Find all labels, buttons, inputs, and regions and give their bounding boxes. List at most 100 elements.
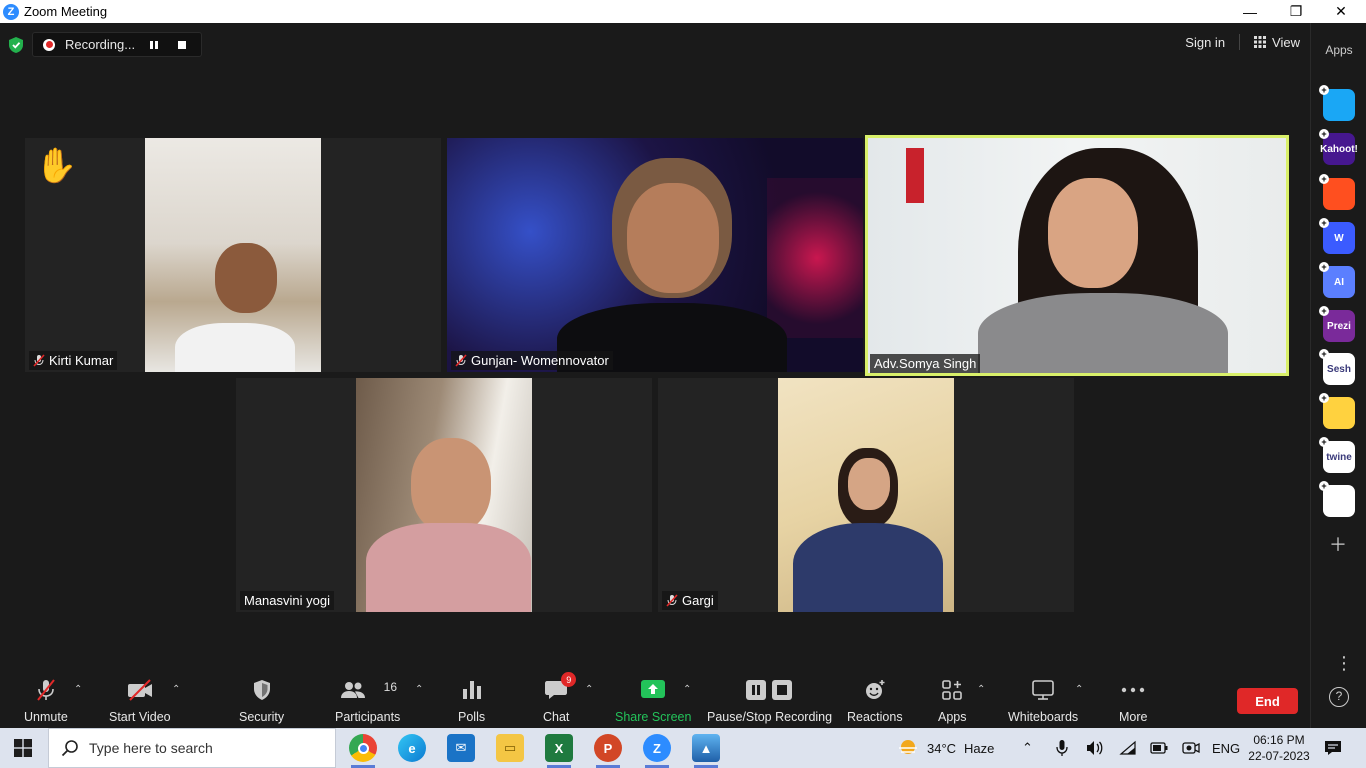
meeting-toolbar: Unmute ⌃ Start Video ⌃ Security 16 Parti… — [0, 668, 1310, 728]
add-app-plus-icon[interactable]: + — [1319, 306, 1329, 316]
unmute-button[interactable]: Unmute — [24, 678, 68, 724]
audio-options-chevron-icon[interactable]: ⌃ — [74, 684, 82, 695]
photos-icon[interactable]: ▲ — [692, 734, 720, 762]
notifications-icon[interactable] — [1324, 728, 1342, 768]
chrome-icon[interactable] — [349, 734, 377, 762]
taskbar-clock[interactable]: 06:16 PM 22-07-2023 — [1244, 732, 1314, 764]
zoom-taskbar-icon[interactable]: Z — [643, 734, 671, 762]
add-app-plus-icon[interactable]: ＋ — [1329, 531, 1347, 557]
video-tile-kirti-kumar[interactable]: ✋ Kirti Kumar — [25, 138, 441, 372]
add-app-plus-icon[interactable]: + — [1319, 393, 1329, 403]
camera-privacy-tray-icon[interactable] — [1182, 728, 1200, 768]
participant-name-tag: Gargi — [662, 591, 718, 610]
app-tile[interactable]: Sesh — [1323, 353, 1355, 385]
reactions-button[interactable]: Reactions — [847, 678, 903, 724]
share-screen-arrow-icon — [641, 678, 666, 702]
video-tile-gunjan[interactable]: Gunjan- Womennovator — [447, 138, 863, 372]
view-button[interactable]: View — [1254, 35, 1300, 50]
whiteboards-button[interactable]: Whiteboards — [1008, 678, 1078, 724]
add-app-plus-icon[interactable]: + — [1319, 437, 1329, 447]
weather-widget[interactable]: 34°C Haze — [897, 728, 994, 768]
raised-hand-icon: ✋ — [35, 147, 78, 185]
polls-button[interactable]: Polls — [458, 678, 485, 724]
participant-saree — [366, 523, 531, 612]
video-options-chevron-icon[interactable]: ⌃ — [172, 684, 180, 695]
mail-icon[interactable]: ✉ — [447, 734, 475, 762]
more-button[interactable]: More — [1119, 678, 1147, 724]
sign-in-link[interactable]: Sign in — [1185, 35, 1225, 50]
close-button[interactable]: ✕ — [1318, 0, 1364, 23]
input-language-indicator[interactable]: ENG — [1212, 728, 1240, 768]
app-tile[interactable]: AI — [1323, 266, 1355, 298]
pause-stop-recording-button[interactable]: Pause/Stop Recording — [707, 678, 832, 724]
app-tile[interactable] — [1323, 89, 1355, 121]
windows-start-icon[interactable] — [14, 739, 32, 757]
powerpoint-icon[interactable]: P — [594, 734, 622, 762]
end-meeting-button[interactable]: End — [1237, 688, 1298, 714]
video-tile-manasvini-yogi[interactable]: Manasvini yogi — [236, 378, 652, 612]
add-app-plus-icon[interactable]: + — [1319, 129, 1329, 139]
clock-date: 22-07-2023 — [1248, 749, 1310, 763]
chat-options-chevron-icon[interactable]: ⌃ — [585, 684, 593, 695]
mic-muted-icon — [666, 594, 678, 607]
pause-recording-icon[interactable] — [145, 36, 163, 54]
reactions-smiley-icon — [864, 678, 886, 702]
more-vertical-icon[interactable]: ⋮ — [1335, 653, 1353, 674]
volume-tray-icon[interactable] — [1086, 728, 1104, 768]
stop-recording-icon[interactable] — [173, 36, 191, 54]
add-app-plus-icon[interactable]: + — [1319, 349, 1329, 359]
file-explorer-icon[interactable]: ▭ — [496, 734, 524, 762]
microphone-tray-icon[interactable] — [1056, 728, 1068, 768]
taskbar-search-box[interactable]: Type here to search — [48, 728, 336, 768]
encryption-shield-icon[interactable] — [8, 36, 24, 54]
app-tile[interactable]: Kahoot! — [1320, 133, 1358, 165]
participant-face — [1048, 178, 1138, 288]
restore-button[interactable]: ❐ — [1273, 0, 1319, 23]
show-hidden-icons-chevron-icon[interactable]: ⌃ — [1022, 728, 1033, 768]
whiteboards-options-chevron-icon[interactable]: ⌃ — [1075, 684, 1083, 695]
video-off-icon — [126, 678, 154, 702]
start-video-button[interactable]: Start Video — [109, 678, 171, 724]
participants-options-chevron-icon[interactable]: ⌃ — [415, 684, 423, 695]
chat-button[interactable]: 9 Chat — [543, 672, 577, 724]
add-app-plus-icon[interactable]: + — [1319, 218, 1329, 228]
view-label: View — [1272, 34, 1300, 50]
mic-muted-icon — [35, 678, 57, 702]
add-app-plus-icon[interactable]: + — [1319, 174, 1329, 184]
add-app-plus-icon[interactable]: + — [1319, 262, 1329, 272]
participant-top — [793, 523, 943, 612]
apps-options-chevron-icon[interactable]: ⌃ — [977, 684, 985, 695]
participants-button[interactable]: 16 Participants — [335, 678, 400, 724]
minimize-button[interactable]: — — [1227, 0, 1273, 23]
participant-name-tag: Manasvini yogi — [240, 591, 334, 610]
whiteboard-icon — [1031, 678, 1055, 702]
video-tile-somya-singh[interactable]: Adv.Somya Singh — [865, 135, 1289, 376]
wall-poster — [906, 148, 924, 203]
security-button[interactable]: Security — [239, 678, 284, 724]
recording-indicator: Recording... — [32, 32, 203, 57]
weather-description: Haze — [964, 740, 995, 756]
app-tile[interactable]: W — [1323, 222, 1355, 254]
app-tile[interactable] — [1323, 485, 1355, 517]
help-icon[interactable]: ? — [1329, 687, 1349, 707]
edge-icon[interactable]: e — [398, 734, 426, 762]
network-tray-icon[interactable] — [1119, 728, 1137, 768]
app-tile[interactable] — [1323, 178, 1355, 210]
haze-sun-icon — [899, 740, 917, 754]
participant-video — [145, 138, 321, 372]
app-tile[interactable]: twine — [1323, 441, 1355, 473]
participant-shirt — [175, 323, 295, 372]
apps-button[interactable]: Apps — [938, 678, 967, 724]
app-tile[interactable] — [1323, 397, 1355, 429]
excel-icon[interactable]: X — [545, 734, 573, 762]
participant-face — [627, 183, 719, 293]
participant-name-tag: Adv.Somya Singh — [870, 354, 981, 373]
app-tile[interactable]: Prezi — [1323, 310, 1355, 342]
share-options-chevron-icon[interactable]: ⌃ — [683, 684, 691, 695]
share-screen-button[interactable]: Share Screen — [615, 678, 691, 724]
battery-tray-icon[interactable] — [1150, 728, 1168, 768]
video-tile-gargi[interactable]: Gargi — [658, 378, 1074, 612]
meeting-topbar-right: Sign in View — [1185, 34, 1300, 50]
add-app-plus-icon[interactable]: + — [1319, 481, 1329, 491]
add-app-plus-icon[interactable]: + — [1319, 85, 1329, 95]
